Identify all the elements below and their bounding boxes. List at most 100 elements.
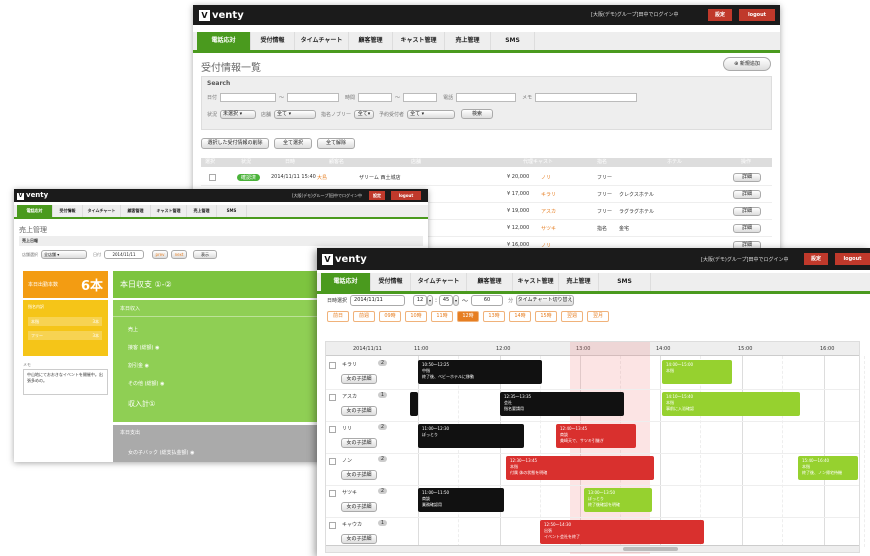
- reservation-block[interactable]: 14:10〜15:40 本指 事前に入浴確認: [662, 392, 800, 416]
- time-chip[interactable]: 翌週: [561, 311, 583, 322]
- tab-customers[interactable]: 顧客管理: [349, 32, 393, 50]
- minute-input[interactable]: 45: [439, 295, 454, 306]
- tab-sales[interactable]: 売上管理: [559, 273, 599, 291]
- status-select[interactable]: 未選択 ▾: [220, 109, 257, 119]
- tab-sales[interactable]: 売上管理: [445, 32, 491, 50]
- tab-sales[interactable]: 売上管理: [187, 205, 217, 217]
- staff-checkbox[interactable]: [329, 394, 336, 401]
- reservation-block[interactable]: [410, 392, 418, 416]
- staff-detail-button[interactable]: 女の子詳細: [341, 438, 377, 448]
- delete-selected-button[interactable]: 選択した受付情報の削除: [201, 138, 269, 149]
- tab-timechart[interactable]: タイムチャート: [295, 32, 349, 50]
- time-to-input[interactable]: [403, 93, 438, 102]
- tab-timechart[interactable]: タイムチャート: [411, 273, 467, 291]
- staff-checkbox[interactable]: [329, 522, 336, 529]
- settings-button[interactable]: 設定: [369, 191, 385, 200]
- time-chip[interactable]: 翌月: [587, 311, 609, 322]
- search-button[interactable]: 検索: [461, 109, 494, 119]
- scrollbar-thumb[interactable]: [623, 547, 678, 551]
- phone-input[interactable]: [456, 93, 517, 102]
- hour-spinner[interactable]: ▾: [427, 295, 434, 306]
- reservation-block[interactable]: 14:00〜15:00 本指: [662, 360, 732, 384]
- detail-button[interactable]: 詳細: [733, 206, 761, 216]
- venty-logo[interactable]: Vventy: [17, 191, 48, 200]
- tab-phone[interactable]: 電話応対: [197, 32, 251, 50]
- tab-cast[interactable]: キャスト管理: [513, 273, 559, 291]
- tab-cast[interactable]: キャスト管理: [393, 32, 445, 50]
- date-input[interactable]: 2014/11/11: [104, 250, 144, 259]
- date-from-input[interactable]: [220, 93, 277, 102]
- reservation-block[interactable]: 12:50〜14:30 出張 イベント会社を終了: [540, 520, 704, 544]
- reservation-block[interactable]: 11:00〜11:50 商談 業務確認用: [418, 488, 504, 512]
- time-chip[interactable]: 14時: [509, 311, 531, 322]
- settings-button[interactable]: 設定: [804, 253, 828, 265]
- tab-phone[interactable]: 電話応対: [17, 205, 53, 217]
- time-chip[interactable]: 12時: [457, 311, 479, 322]
- tab-phone[interactable]: 電話応対: [321, 273, 371, 291]
- reservation-block[interactable]: 12:40〜13:45 商談 美崎天で、サツキ引継ぎ: [556, 424, 636, 448]
- tab-cast[interactable]: キャスト管理: [151, 205, 187, 217]
- staff-detail-button[interactable]: 女の子詳細: [341, 470, 377, 480]
- reservation-block[interactable]: 12:30〜13:45 本指 付属 体の状態を明確: [506, 456, 654, 480]
- logout-button[interactable]: logout: [835, 253, 870, 265]
- timechart-switch-button[interactable]: タイムチャート切り替え: [516, 295, 575, 306]
- time-chip[interactable]: 10時: [405, 311, 427, 322]
- time-chip[interactable]: 11時: [431, 311, 453, 322]
- tab-reception[interactable]: 受付情報: [371, 273, 411, 291]
- staff-detail-button[interactable]: 女の子詳細: [341, 374, 377, 384]
- acceptance-select[interactable]: 全て ▾: [407, 109, 456, 119]
- time-chip[interactable]: 前日: [327, 311, 349, 322]
- settings-button[interactable]: 設定: [708, 9, 732, 21]
- detail-button[interactable]: 詳細: [733, 189, 761, 199]
- horizontal-scrollbar[interactable]: [326, 545, 859, 552]
- tab-timechart[interactable]: タイムチャート: [83, 205, 121, 217]
- deselect-all-button[interactable]: 全て解除: [317, 138, 355, 149]
- staff-detail-button[interactable]: 女の子詳細: [341, 502, 377, 512]
- time-chip[interactable]: 13時: [483, 311, 505, 322]
- staff-detail-button[interactable]: 女の子詳細: [341, 406, 377, 416]
- staff-checkbox[interactable]: [329, 490, 336, 497]
- time-chip[interactable]: 前週: [353, 311, 375, 322]
- staff-detail-button[interactable]: 女の子詳細: [341, 534, 377, 544]
- tab-sms[interactable]: SMS: [217, 205, 247, 217]
- time-from-input[interactable]: [358, 93, 393, 102]
- time-chip[interactable]: 15時: [535, 311, 557, 322]
- logout-button[interactable]: logout: [739, 9, 775, 21]
- staff-checkbox[interactable]: [329, 458, 336, 465]
- staff-checkbox[interactable]: [329, 362, 336, 369]
- next-button[interactable]: next: [171, 250, 187, 259]
- venty-logo[interactable]: Vventy: [322, 253, 367, 265]
- reservation-block[interactable]: 13:00〜13:50 ぽっとり 終了後確認を明確: [584, 488, 652, 512]
- select-all-button[interactable]: 全て選択: [274, 138, 312, 149]
- hour-input[interactable]: 12: [413, 295, 428, 306]
- duration-input[interactable]: 60: [471, 295, 504, 306]
- shop-select[interactable]: 全店舗 ▾: [41, 250, 87, 259]
- date-input[interactable]: 2014/11/11: [350, 295, 406, 306]
- date-to-input[interactable]: [287, 93, 340, 102]
- new-button[interactable]: ⊕ 新規追加: [723, 57, 771, 71]
- reservation-block[interactable]: 15:40〜16:40 本指 終了後、ノン帰宅待機: [798, 456, 858, 480]
- tab-sms[interactable]: SMS: [599, 273, 651, 291]
- staff-checkbox[interactable]: [329, 426, 336, 433]
- designate-select[interactable]: 全て▾: [354, 109, 375, 119]
- reservation-block[interactable]: 10:50〜12:25 中指 終了後、ベビーホテルに移動: [418, 360, 542, 384]
- reservation-block[interactable]: 11:00〜12:30 ぽっとり: [418, 424, 524, 448]
- tab-customers[interactable]: 顧客管理: [121, 205, 151, 217]
- venty-logo[interactable]: Vventy: [199, 9, 244, 21]
- go-button[interactable]: 表示: [193, 250, 217, 259]
- tab-reception[interactable]: 受付情報: [53, 205, 83, 217]
- detail-button[interactable]: 詳細: [733, 223, 761, 233]
- memo-input[interactable]: [535, 93, 638, 102]
- detail-button[interactable]: 詳細: [733, 172, 761, 182]
- prev-button[interactable]: prev: [152, 250, 168, 259]
- tab-customers[interactable]: 顧客管理: [467, 273, 513, 291]
- shop-select[interactable]: 全て ▾: [274, 109, 317, 119]
- tab-sms[interactable]: SMS: [491, 32, 535, 50]
- minute-spinner[interactable]: ▾: [453, 295, 460, 306]
- tab-reception[interactable]: 受付情報: [251, 32, 295, 50]
- logout-button[interactable]: logout: [391, 191, 421, 200]
- row-checkbox[interactable]: [209, 174, 216, 181]
- reservation-block[interactable]: 12:35〜13:35 会社 指名要請用: [500, 392, 624, 416]
- memo-text[interactable]: 中山地にておおきなイベントを開催中。出張多めの。: [23, 369, 108, 395]
- time-chip[interactable]: 09時: [379, 311, 401, 322]
